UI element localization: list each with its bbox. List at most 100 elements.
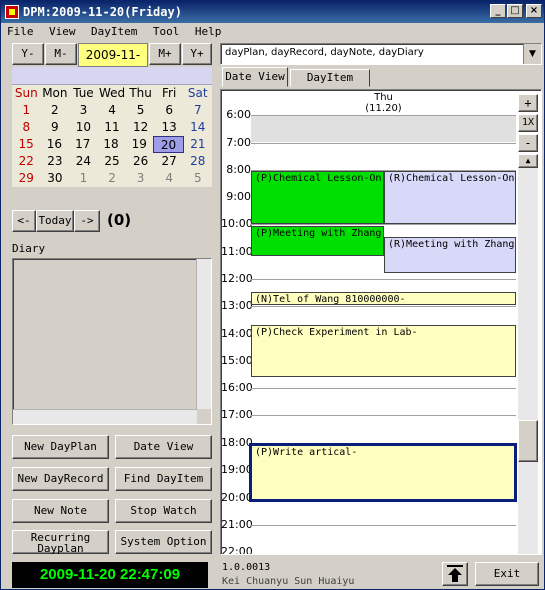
recurring-label-line2: Dayplan [37, 542, 84, 555]
day-cell[interactable]: 26 [126, 153, 155, 170]
year-next-button[interactable]: Y+ [182, 43, 212, 65]
day-cell[interactable]: 2 [98, 170, 127, 187]
new-note-button[interactable]: New Note [12, 499, 109, 523]
day-cell[interactable]: 27 [155, 153, 184, 170]
to-top-button[interactable] [442, 562, 468, 586]
diary-vscrollbar[interactable] [196, 259, 211, 409]
event-item[interactable]: (P)Check Experiment in Lab- [251, 325, 516, 377]
window-title: DPM:2009-11-20(Friday) [23, 5, 182, 19]
version-label: 1.0.0013 [222, 562, 271, 573]
event-item[interactable]: (R)Meeting with Zhang- [384, 237, 516, 273]
recurring-dayplan-button[interactable]: Recurring Dayplan [12, 530, 109, 554]
day-prev-button[interactable]: <- [12, 210, 36, 232]
day-cell[interactable]: 15 [12, 136, 40, 153]
find-dayitem-button[interactable]: Find DayItem [115, 467, 212, 491]
day-cell[interactable]: 10 [69, 119, 98, 136]
day-cell[interactable]: 1 [12, 102, 41, 119]
today-button[interactable]: Today [36, 210, 74, 232]
day-cell[interactable]: 4 [98, 102, 127, 119]
weekday-mon: Mon [42, 86, 68, 100]
exit-button[interactable]: Exit [475, 562, 539, 586]
diary-hscrollbar[interactable] [13, 409, 197, 424]
day-cell[interactable]: 18 [97, 136, 125, 153]
tab-dayitem-list[interactable]: DayItem List [290, 69, 370, 100]
hour-label: 17:00 [221, 408, 253, 421]
app-icon [5, 5, 19, 19]
hour-line [251, 525, 516, 526]
day-cell[interactable]: 7 [183, 102, 212, 119]
day-cell[interactable]: 24 [69, 153, 98, 170]
zoom-in-button[interactable]: + [518, 94, 538, 112]
zoom-level-button[interactable]: 1X [518, 114, 538, 132]
new-dayrecord-button[interactable]: New DayRecord [12, 467, 109, 491]
day-cell[interactable]: 21 [184, 136, 212, 153]
close-button[interactable]: × [526, 4, 542, 18]
month-next-button[interactable]: M+ [149, 43, 181, 65]
day-cell[interactable]: 5 [183, 170, 212, 187]
event-item[interactable]: (P)Meeting with Zhang- [251, 226, 384, 256]
hour-label: 11:00 [221, 245, 253, 258]
maximize-button[interactable]: □ [507, 4, 523, 18]
week-row: 29 30 1 2 3 4 5 [12, 170, 212, 187]
day-cell[interactable]: 2 [41, 102, 70, 119]
scroll-up-arrow-icon[interactable]: ▲ [518, 154, 538, 168]
app-window: DPM:2009-11-20(Friday) _ □ × File View D… [0, 0, 545, 590]
day-cell[interactable]: 5 [126, 102, 155, 119]
day-cell[interactable]: 17 [69, 136, 97, 153]
dayview-vscrollbar[interactable]: ▲ [518, 154, 538, 554]
stop-watch-button[interactable]: Stop Watch [115, 499, 212, 523]
date-view-button[interactable]: Date View [115, 435, 212, 459]
week-row: 1 2 3 4 5 6 7 [12, 102, 212, 119]
day-cell[interactable]: 8 [12, 119, 41, 136]
day-cell[interactable]: 3 [69, 102, 98, 119]
day-cell[interactable]: 23 [41, 153, 70, 170]
menu-dayitem[interactable]: DayItem [85, 23, 143, 41]
hour-label: 6:00 [226, 108, 251, 121]
event-item[interactable]: (R)Chemical Lesson-On [384, 171, 516, 224]
selected-day-cell[interactable]: 20 [153, 136, 184, 153]
day-cell[interactable]: 13 [155, 119, 184, 136]
day-cell[interactable]: 11 [98, 119, 127, 136]
filter-combo[interactable]: dayPlan, dayRecord, dayNote, dayDiary ▼ [220, 43, 542, 65]
system-option-button[interactable]: System Option [115, 530, 212, 554]
hour-label: 7:00 [226, 136, 251, 149]
calendar-header [12, 67, 212, 85]
menu-view[interactable]: View [43, 23, 82, 41]
menu-file[interactable]: File [1, 23, 40, 41]
day-cell[interactable]: 14 [183, 119, 212, 136]
year-prev-button[interactable]: Y- [12, 43, 44, 65]
menu-tool[interactable]: Tool [147, 23, 186, 41]
day-cell[interactable]: 4 [155, 170, 184, 187]
day-cell[interactable]: 12 [126, 119, 155, 136]
day-cell[interactable]: 22 [12, 153, 41, 170]
day-cell[interactable]: 6 [155, 102, 184, 119]
day-cell[interactable]: 9 [41, 119, 70, 136]
chevron-down-icon[interactable]: ▼ [523, 44, 541, 64]
hour-label: 10:00 [221, 217, 253, 230]
menu-help[interactable]: Help [189, 23, 228, 41]
day-cell[interactable]: 30 [41, 170, 70, 187]
day-cell[interactable]: 19 [125, 136, 153, 153]
weekday-thu: Thu [129, 86, 152, 100]
event-item[interactable]: (P)Chemical Lesson-On [251, 171, 384, 224]
tab-date-view[interactable]: Date View [222, 67, 288, 87]
digital-clock: 2009-11-20 22:47:09 [12, 562, 208, 588]
item-count: (0) [107, 211, 132, 229]
diary-textarea[interactable] [12, 258, 212, 425]
day-cell[interactable]: 28 [183, 153, 212, 170]
scrollbar-thumb[interactable] [518, 420, 538, 462]
event-item-selected[interactable]: (P)Write artical- [249, 443, 517, 502]
day-next-button[interactable]: -> [74, 210, 100, 232]
new-dayplan-button[interactable]: New DayPlan [12, 435, 109, 459]
day-cell[interactable]: 3 [126, 170, 155, 187]
zoom-out-button[interactable]: - [518, 134, 538, 152]
month-prev-button[interactable]: M- [45, 43, 77, 65]
day-cell[interactable]: 25 [98, 153, 127, 170]
hour-label: 8:00 [226, 163, 251, 176]
day-cell[interactable]: 29 [12, 170, 41, 187]
day-cell[interactable]: 1 [69, 170, 98, 187]
minimize-button[interactable]: _ [490, 4, 506, 18]
current-date-label: 2009-11-20 [78, 43, 148, 84]
day-cell[interactable]: 16 [40, 136, 68, 153]
event-item[interactable]: (N)Tel of Wang 810000000- [251, 292, 516, 305]
